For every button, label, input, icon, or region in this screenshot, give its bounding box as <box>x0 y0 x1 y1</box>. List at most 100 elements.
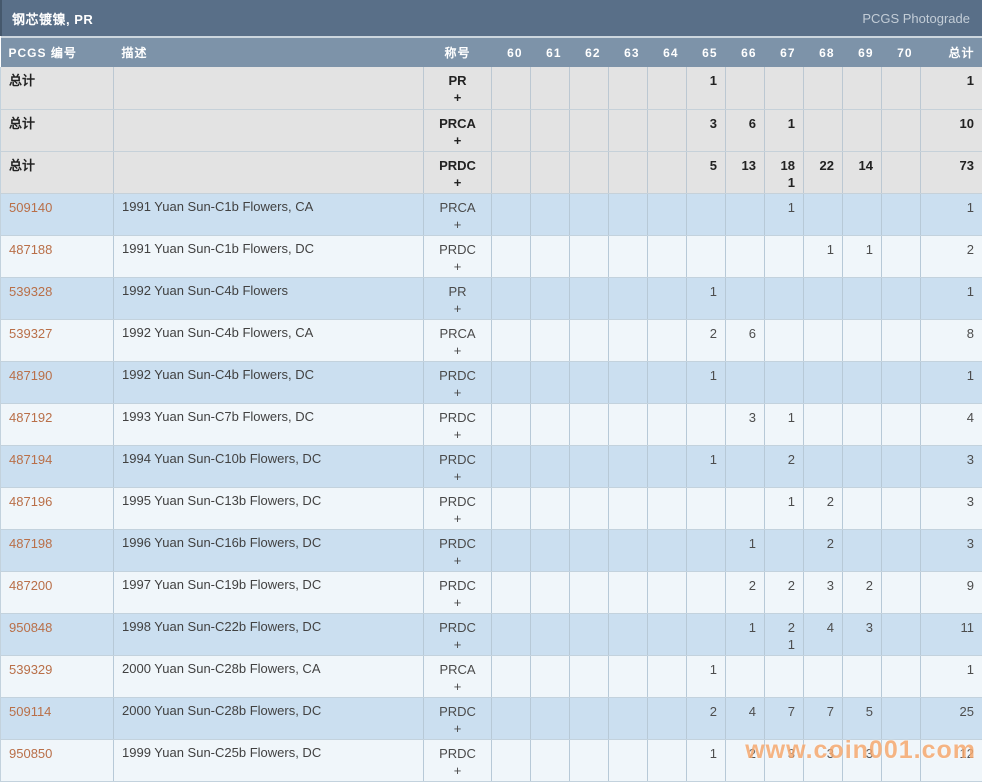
grade-70-cell <box>881 655 921 698</box>
grade-64-cell <box>647 193 687 236</box>
grade-count <box>882 325 920 342</box>
pcgs-number-link[interactable]: 509140 <box>9 200 52 215</box>
title-bar: 钢芯镀镍, PR PCGS Photograde <box>0 0 982 36</box>
coin-description: 1996 Yuan Sun-C16b Flowers, DC <box>113 529 424 572</box>
grade-plus-count <box>687 720 725 737</box>
grade-count <box>609 703 647 720</box>
grade-count <box>609 283 647 300</box>
grade-count <box>765 283 803 300</box>
grade-68-cell <box>803 361 843 404</box>
grade-plus-count <box>882 174 920 191</box>
grade-plus-count <box>492 552 530 569</box>
plus-indicator: + <box>453 594 462 610</box>
grade-plus-count <box>726 594 764 611</box>
pcgs-number-link[interactable]: 487200 <box>9 578 52 593</box>
grade-count <box>648 367 686 384</box>
grade-64-cell <box>647 739 687 782</box>
grade-68-cell <box>803 109 843 152</box>
pcgs-number-link[interactable]: 487188 <box>9 242 52 257</box>
grade-plus-count <box>570 384 608 401</box>
pcgs-number-cell: 487196 <box>0 487 114 530</box>
grade-plus-count <box>882 426 920 443</box>
grade-66-cell <box>725 361 765 404</box>
grade-count <box>609 367 647 384</box>
plus-indicator: + <box>453 468 462 484</box>
grade-65-cell: 1 <box>686 655 726 698</box>
pcgs-number-link[interactable]: 487194 <box>9 452 52 467</box>
row-total-cell: 9 <box>920 571 982 614</box>
pcgs-number-link[interactable]: 539329 <box>9 662 52 677</box>
grade-plus-count <box>882 552 920 569</box>
pcgs-number-link[interactable]: 950850 <box>9 746 52 761</box>
grade-count <box>882 451 920 468</box>
grade-count <box>648 745 686 762</box>
grade-count <box>609 619 647 636</box>
col-header-grade-67: 67 <box>764 36 804 67</box>
grade-count <box>609 325 647 342</box>
grade-count <box>531 199 569 216</box>
grade-65-cell: 1 <box>686 67 726 110</box>
grade-count <box>843 115 881 132</box>
pcgs-number-link[interactable]: 539328 <box>9 284 52 299</box>
col-header-grade-68: 68 <box>803 36 843 67</box>
grade-66-cell: 4 <box>725 697 765 740</box>
grade-plus-count <box>804 216 842 233</box>
coin-description <box>113 151 424 194</box>
grade-plus-count <box>531 216 569 233</box>
grade-count: 7 <box>826 703 834 719</box>
grade-count <box>492 619 530 636</box>
grade-count <box>570 115 608 132</box>
grade-count: 3 <box>865 745 873 761</box>
grade-64-cell <box>647 697 687 740</box>
grade-count: 2 <box>748 577 756 593</box>
grade-count <box>531 451 569 468</box>
grade-plus-count <box>726 342 764 359</box>
designation-label: PRDC <box>439 493 476 509</box>
grade-count <box>609 115 647 132</box>
row-total-cell: 73 <box>920 151 982 194</box>
grade-count <box>843 661 881 678</box>
pcgs-number-link[interactable]: 509114 <box>9 704 51 719</box>
pcgs-number-link[interactable]: 950848 <box>9 620 52 635</box>
row-total-count: 9 <box>966 577 974 593</box>
grade-plus-count <box>570 510 608 527</box>
pcgs-number-link[interactable]: 539327 <box>9 326 52 341</box>
pcgs-number-link[interactable]: 487190 <box>9 368 52 383</box>
grade-65-cell <box>686 235 726 278</box>
grade-65-cell: 3 <box>686 109 726 152</box>
grade-plus-count <box>765 132 803 149</box>
grade-plus-count <box>804 552 842 569</box>
grade-plus-count <box>531 384 569 401</box>
grade-plus-count <box>609 258 647 275</box>
grade-count: 6 <box>748 115 756 131</box>
grade-plus-count <box>843 762 881 779</box>
page: 钢芯镀镍, PR PCGS Photograde PCGS 编号 描述 称号 6… <box>0 0 982 782</box>
grade-count <box>648 661 686 678</box>
grade-plus-count <box>570 174 608 191</box>
grade-count <box>531 745 569 762</box>
grade-plus-count <box>648 552 686 569</box>
grade-count <box>492 241 530 258</box>
pcgs-number-link[interactable]: 487198 <box>9 536 52 551</box>
pcgs-number-cell: 487192 <box>0 403 114 446</box>
pcgs-number-cell: 539327 <box>0 319 114 362</box>
table-row: 487188 1991 Yuan Sun-C1b Flowers, DC PRDC +… <box>0 235 982 278</box>
table-row: 487196 1995 Yuan Sun-C13b Flowers, DC PRDC… <box>0 487 982 530</box>
grade-63-cell <box>608 697 648 740</box>
table-row: 539327 1992 Yuan Sun-C4b Flowers, CA PRCA +… <box>0 319 982 362</box>
pcgs-number-link[interactable]: 487192 <box>9 410 52 425</box>
grade-plus-count <box>726 300 764 317</box>
grade-69-cell <box>842 319 882 362</box>
pcgs-number-link[interactable]: 487196 <box>9 494 52 509</box>
grade-count <box>648 72 686 89</box>
col-header-grade-65: 65 <box>686 36 726 67</box>
grade-64-cell <box>647 487 687 530</box>
grade-count <box>882 493 920 510</box>
grade-count: 3 <box>748 409 756 425</box>
grade-plus-count <box>570 89 608 106</box>
plus-indicator: + <box>453 426 462 442</box>
grade-count: 2 <box>709 703 717 719</box>
row-total-cell: 1 <box>920 277 982 320</box>
row-total-count: 1 <box>966 199 974 215</box>
grade-count <box>570 493 608 510</box>
